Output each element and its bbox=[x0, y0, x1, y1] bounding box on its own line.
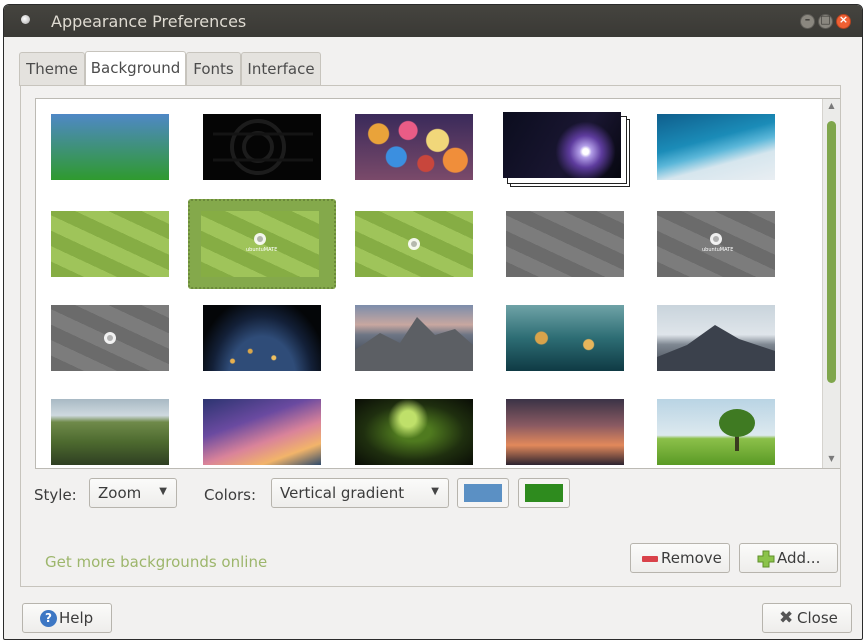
wallpaper-thumbnail[interactable] bbox=[51, 114, 169, 180]
style-dropdown[interactable]: Zoom ▼ bbox=[89, 478, 177, 508]
remove-icon bbox=[642, 556, 658, 562]
remove-label: Remove bbox=[661, 549, 722, 567]
wallpaper-thumbnail[interactable] bbox=[657, 305, 775, 371]
dropdown-arrow-icon: ▼ bbox=[431, 486, 439, 497]
wallpaper-thumbnail[interactable] bbox=[355, 305, 473, 371]
wallpaper-thumbnail[interactable] bbox=[506, 305, 624, 371]
tab-fonts[interactable]: Fonts bbox=[186, 52, 241, 86]
ubuntu-mate-logo-icon bbox=[104, 332, 116, 344]
wallpaper-thumbnail[interactable] bbox=[506, 399, 624, 465]
help-button[interactable]: ? Help bbox=[22, 603, 112, 633]
add-button[interactable]: Add... bbox=[739, 543, 838, 573]
maximize-button[interactable]: □ bbox=[818, 13, 833, 29]
ubuntu-mate-logo-icon bbox=[408, 238, 420, 250]
thumbnail-caption: ubuntuMATE bbox=[246, 247, 278, 253]
close-label: Close bbox=[797, 609, 838, 627]
wallpaper-thumbnail: ubuntuMATE bbox=[201, 211, 319, 277]
title-bar[interactable]: Appearance Preferences – □ × bbox=[4, 5, 862, 37]
style-label: Style: bbox=[34, 486, 77, 504]
wallpaper-thumbnail[interactable] bbox=[203, 305, 321, 371]
tab-background[interactable]: Background bbox=[85, 51, 186, 87]
tab-theme[interactable]: Theme bbox=[19, 52, 85, 86]
thumbnail-caption: ubuntuMATE bbox=[702, 247, 734, 253]
wallpaper-thumbnail[interactable] bbox=[355, 399, 473, 465]
add-icon bbox=[757, 550, 775, 568]
more-backgrounds-link[interactable]: Get more backgrounds online bbox=[45, 553, 267, 571]
add-label: Add... bbox=[777, 549, 821, 567]
close-icon: × bbox=[838, 13, 849, 26]
dark-logo-pattern bbox=[213, 119, 313, 175]
window-title: Appearance Preferences bbox=[51, 12, 247, 31]
wallpaper-thumbnail[interactable] bbox=[657, 114, 775, 180]
primary-color-swatch bbox=[464, 484, 502, 502]
minimize-button[interactable]: – bbox=[800, 13, 815, 29]
style-value: Zoom bbox=[98, 484, 142, 502]
appearance-preferences-window: Appearance Preferences – □ × Theme Backg… bbox=[3, 4, 863, 640]
mountain-silhouette bbox=[657, 325, 775, 371]
gallery-scrollbar[interactable]: ▲ ▼ bbox=[822, 99, 840, 468]
scroll-up-icon[interactable]: ▲ bbox=[823, 101, 840, 115]
close-window-button[interactable]: × bbox=[836, 13, 851, 29]
wallpaper-thumbnail[interactable] bbox=[51, 305, 169, 371]
wallpaper-gallery[interactable]: ubuntuMATE ubuntuMATE bbox=[35, 98, 840, 469]
colors-label: Colors: bbox=[204, 486, 257, 504]
window-menu-icon[interactable] bbox=[21, 15, 30, 24]
wallpaper-thumbnail[interactable] bbox=[51, 399, 169, 465]
help-icon: ? bbox=[40, 610, 57, 627]
secondary-color-button[interactable] bbox=[518, 478, 570, 508]
wallpaper-thumbnail[interactable] bbox=[203, 399, 321, 465]
maximize-icon: □ bbox=[820, 13, 831, 26]
wallpaper-thumbnail[interactable] bbox=[503, 112, 621, 178]
wallpaper-thumbnail[interactable]: ubuntuMATE bbox=[657, 211, 775, 277]
mountain-silhouette bbox=[355, 317, 473, 371]
wallpaper-thumbnail[interactable] bbox=[355, 114, 473, 180]
scroll-down-icon[interactable]: ▼ bbox=[823, 454, 840, 468]
dropdown-arrow-icon: ▼ bbox=[159, 486, 167, 497]
scrollbar-thumb[interactable] bbox=[827, 121, 836, 383]
wallpaper-thumbnail[interactable] bbox=[506, 211, 624, 277]
tab-interface[interactable]: Interface bbox=[241, 52, 321, 86]
colors-value: Vertical gradient bbox=[280, 484, 405, 502]
wallpaper-thumbnail[interactable] bbox=[203, 114, 321, 180]
ubuntu-mate-logo-icon bbox=[710, 233, 722, 245]
wallpaper-thumbnail[interactable] bbox=[657, 399, 775, 465]
selected-wallpaper[interactable]: ubuntuMATE bbox=[188, 199, 336, 289]
remove-button[interactable]: Remove bbox=[630, 543, 730, 573]
secondary-color-swatch bbox=[525, 484, 563, 502]
help-label: Help bbox=[59, 609, 94, 627]
colors-dropdown[interactable]: Vertical gradient ▼ bbox=[271, 478, 449, 508]
minimize-icon: – bbox=[804, 13, 811, 26]
wallpaper-thumbnail[interactable] bbox=[355, 211, 473, 277]
wallpaper-thumbnail[interactable] bbox=[51, 211, 169, 277]
tree-silhouette bbox=[719, 409, 755, 451]
primary-color-button[interactable] bbox=[457, 478, 509, 508]
close-button[interactable]: ✖ Close bbox=[762, 603, 852, 633]
ubuntu-mate-logo-icon bbox=[254, 233, 266, 245]
close-icon: ✖ bbox=[779, 608, 794, 628]
